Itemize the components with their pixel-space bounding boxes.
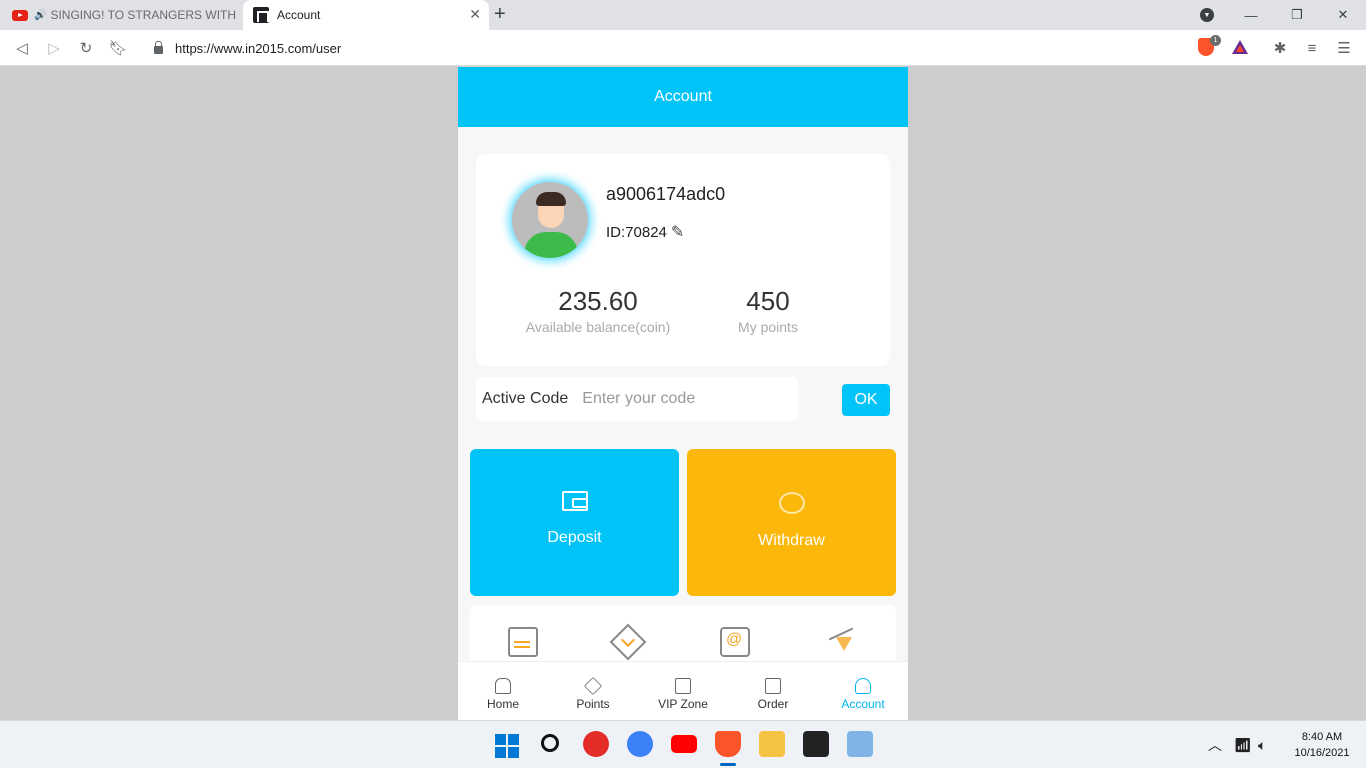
messenger-icon[interactable] (627, 731, 653, 757)
volume-icon[interactable]: 🔈︎ (1258, 721, 1266, 768)
file-explorer-icon[interactable] (759, 731, 785, 757)
site-favicon-icon (253, 7, 269, 23)
withdraw-button[interactable]: Withdraw (687, 449, 896, 596)
order-list-icon (765, 678, 781, 694)
profile-card: a9006174adc0 ID:70824 ✎ 235.60 Available… (476, 154, 890, 366)
nav-label: Points (576, 697, 610, 711)
search-icon[interactable] (541, 734, 559, 752)
user-icon (855, 678, 871, 694)
active-code-label: Active Code (482, 390, 569, 407)
user-id-row: ID:70824 ✎ (606, 222, 684, 242)
points-stat: 450 My points (728, 286, 808, 335)
address-bar[interactable]: https://www.in2015.com/user (140, 34, 1190, 62)
restore-button[interactable]: ❐ (1274, 0, 1320, 30)
app-icon[interactable] (803, 731, 829, 757)
forward-button[interactable]: ▷ (42, 36, 66, 60)
lock-icon (154, 41, 163, 54)
reload-button[interactable]: ↻ (74, 36, 98, 60)
music-app-icon[interactable] (583, 731, 609, 757)
user-id: ID:70824 (606, 223, 667, 241)
wallet-icon (561, 490, 588, 511)
bookmark-icon[interactable]: 🔖︎ (106, 36, 130, 60)
nav-points[interactable]: Points (548, 662, 638, 721)
youtube-icon[interactable] (671, 735, 697, 753)
active-code-row: Active Code (476, 377, 798, 421)
brave-rewards-icon[interactable] (1232, 40, 1248, 54)
edit-pencil-icon[interactable]: ✎ (671, 222, 684, 242)
home-icon (495, 678, 511, 694)
tab-account[interactable]: Account ✕ (243, 0, 489, 30)
nav-order[interactable]: Order (728, 662, 818, 721)
deposit-button[interactable]: Deposit (470, 449, 679, 596)
nav-label: Account (841, 697, 885, 711)
avatar[interactable] (510, 180, 590, 260)
windows-start-icon[interactable] (495, 734, 519, 758)
ok-button[interactable]: OK (842, 384, 890, 416)
shield-count-badge: 1 (1210, 35, 1221, 46)
chevron-down-icon: ▼ (1200, 8, 1214, 22)
menu-icon[interactable]: ☰ (1332, 36, 1356, 60)
bottom-nav: Home Points VIP Zone Order Account (458, 661, 908, 721)
nav-vip-zone[interactable]: VIP Zone (638, 662, 728, 721)
tab-strip: 🔊 SINGING! TO STRANGERS WITH M Account ✕… (0, 0, 1366, 30)
tab-title: Account (277, 8, 321, 22)
new-tab-button[interactable]: + (494, 3, 506, 26)
youtube-icon (12, 9, 28, 21)
wifi-icon[interactable]: 📶︎ (1234, 721, 1252, 768)
close-window-button[interactable]: ✕ (1320, 0, 1366, 30)
chevron-up-icon[interactable]: ︿ (1208, 721, 1222, 768)
notepad-icon[interactable] (847, 731, 873, 757)
nav-label: Order (757, 697, 789, 711)
clock-date: 10/16/2021 (1294, 747, 1350, 759)
diamond-icon[interactable] (613, 627, 643, 657)
page-title: Account (458, 67, 908, 127)
avatar-body (524, 232, 578, 258)
balance-label: Available balance(coin) (525, 319, 671, 335)
tab-title: SINGING! TO STRANGERS WITH M (50, 8, 241, 22)
diamond-icon (583, 676, 603, 696)
tab-search-button[interactable]: ▼ (1184, 0, 1230, 30)
balance-stat: 235.60 Available balance(coin) (518, 286, 678, 335)
balance-value: 235.60 (558, 286, 638, 316)
feature-menu (470, 605, 896, 665)
active-code-input[interactable] (582, 390, 783, 408)
minimize-button[interactable]: — (1228, 0, 1274, 30)
vip-crown-icon (675, 678, 691, 694)
clock-time: 8:40 AM (1301, 731, 1343, 743)
send-plane-icon[interactable] (826, 627, 856, 657)
taskbar: ︿ 📶︎ 🔈︎ 8:40 AM 10/16/2021 (0, 720, 1366, 768)
nav-label: VIP Zone (658, 697, 708, 711)
active-indicator (720, 763, 736, 766)
points-label: My points (738, 319, 798, 335)
withdraw-label: Withdraw (758, 531, 825, 549)
nav-account[interactable]: Account (818, 662, 908, 721)
tab-youtube[interactable]: 🔊 SINGING! TO STRANGERS WITH M (0, 0, 243, 30)
mobile-app: Account a9006174adc0 ID:70824 ✎ 235.60 A… (458, 67, 908, 721)
nav-home[interactable]: Home (458, 662, 548, 721)
browser-toolbar: ◁ ▷ ↻ 🔖︎ https://www.in2015.com/user 1 ✱… (0, 30, 1366, 66)
media-controls-icon[interactable]: ≡ (1300, 36, 1324, 60)
email-wallet-icon[interactable] (720, 627, 750, 657)
url-text: https://www.in2015.com/user (175, 40, 342, 56)
speaker-icon[interactable]: 🔊 (34, 10, 46, 21)
system-clock[interactable]: 8:40 AM 10/16/2021 (1284, 729, 1360, 761)
close-tab-icon[interactable]: ✕ (469, 6, 481, 23)
nav-label: Home (486, 697, 519, 711)
points-value: 450 (746, 286, 790, 316)
piggy-bank-icon (778, 491, 805, 514)
back-button[interactable]: ◁ (10, 36, 34, 60)
deposit-label: Deposit (547, 528, 602, 546)
extensions-icon[interactable]: ✱ (1268, 36, 1292, 60)
username: a9006174adc0 (606, 184, 726, 204)
card-icon[interactable] (508, 627, 538, 657)
brave-browser-icon[interactable] (715, 731, 741, 757)
avatar-hair (536, 192, 566, 206)
